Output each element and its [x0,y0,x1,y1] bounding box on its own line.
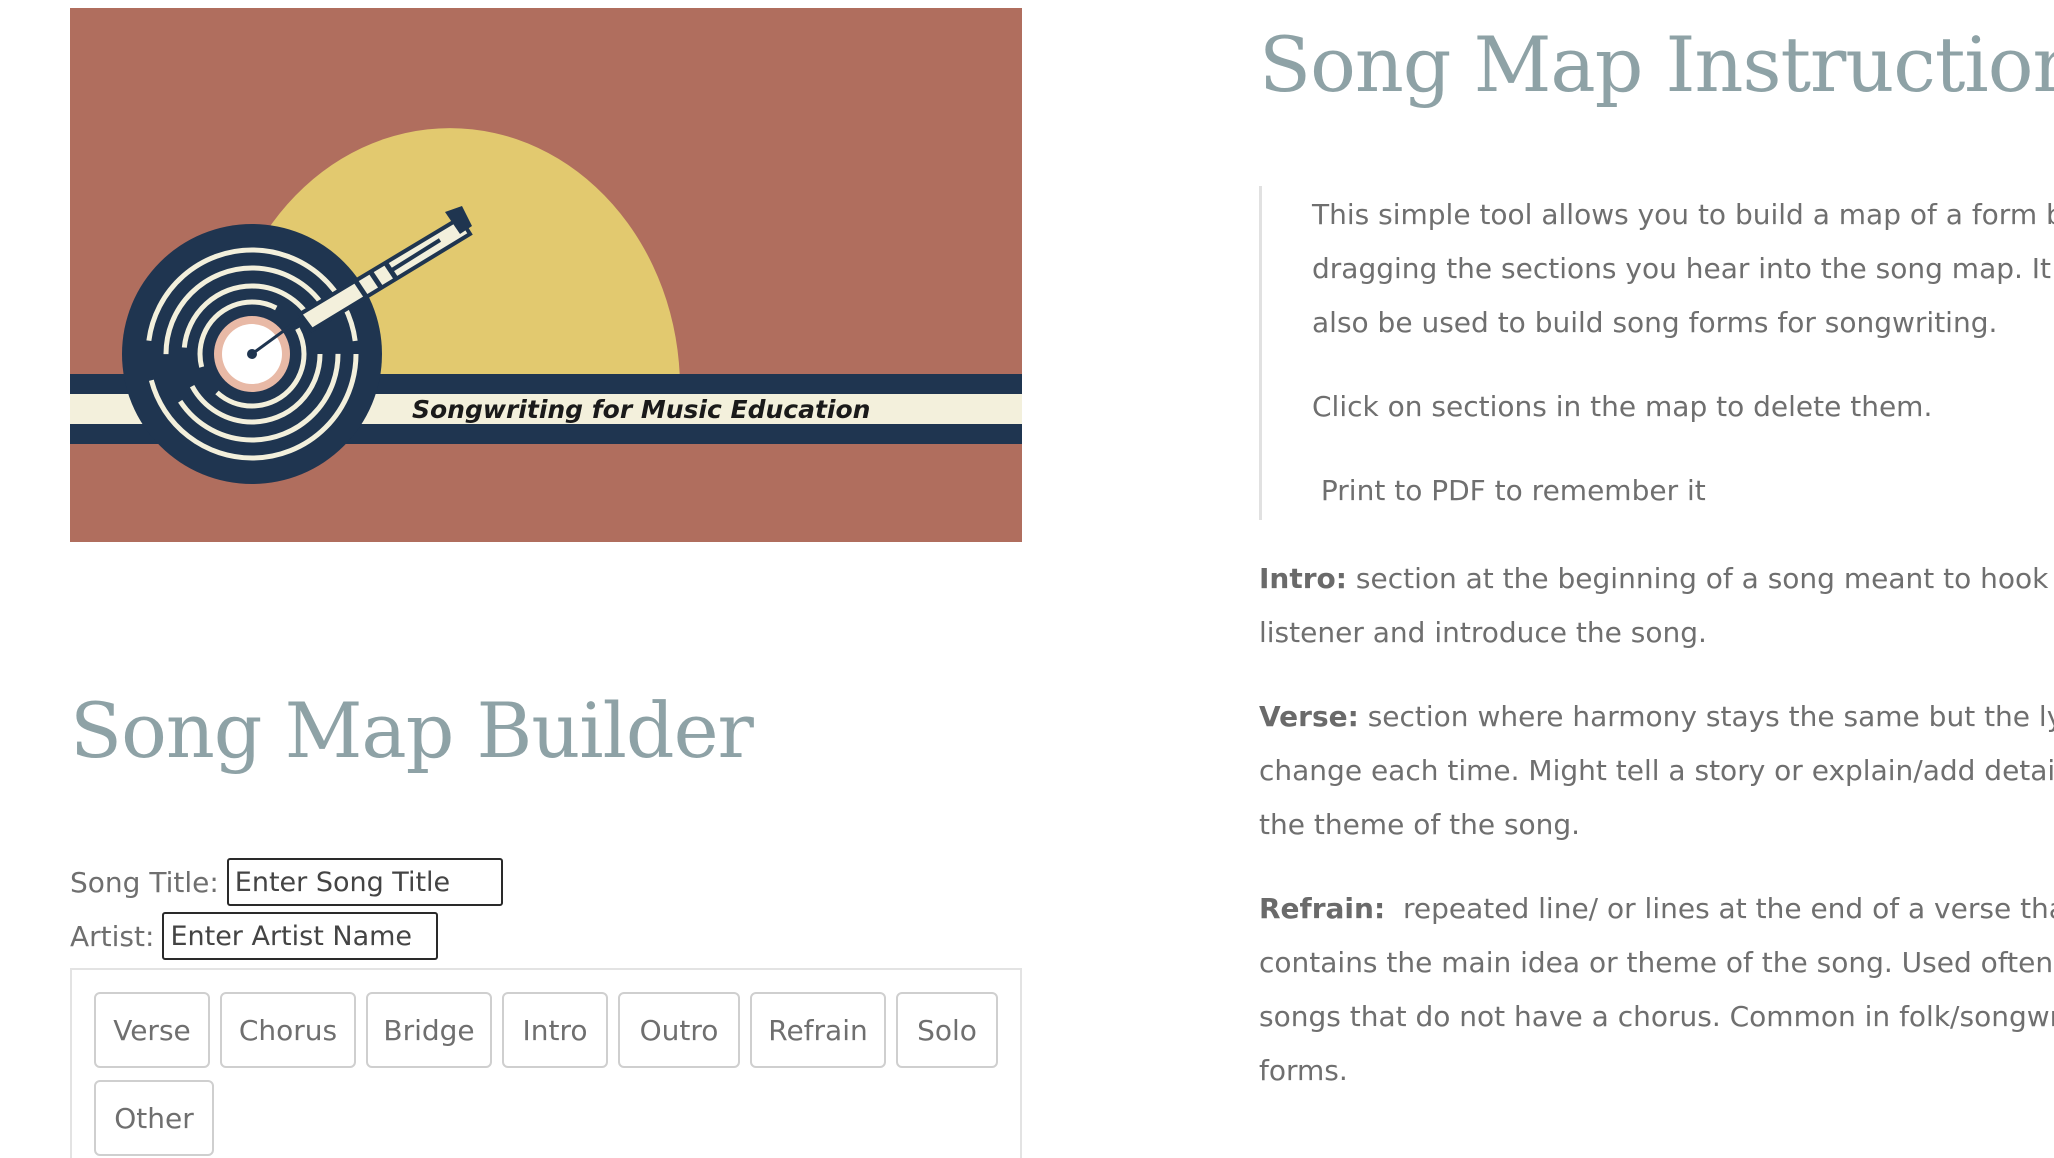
term-intro: Intro: [1259,562,1347,595]
definition-text: contains the main idea or theme of the s… [1259,946,2054,979]
section-refrain-button[interactable]: Refrain [750,992,886,1068]
quote-line: dragging the sections you hear into the … [1312,252,2054,285]
definition-verse: Verse: section where harmony stays the s… [1259,690,2054,744]
definition-text: the theme of the song. [1259,808,1581,841]
definition-intro: Intro: section at the beginning of a son… [1259,552,2054,606]
definition-text: songs that do not have a chorus. Common … [1259,1000,2054,1033]
song-title-input[interactable] [226,858,503,906]
section-other-button[interactable]: Other [94,1080,214,1156]
banner-image: Songwriting for Music Education [70,8,1022,542]
definition-text: section where harmony stays the same but… [1358,700,2054,733]
section-intro-button[interactable]: Intro [502,992,608,1068]
definition-text: section at the beginning of a song meant… [1346,562,2054,595]
section-solo-button[interactable]: Solo [896,992,998,1068]
section-outro-button[interactable]: Outro [618,992,740,1068]
quote-line: This simple tool allows you to build a m… [1312,198,2054,231]
definition-text: listener and introduce the song. [1259,616,1707,649]
section-palette: Verse Chorus Bridge Intro Outro Refrain … [70,968,1022,1158]
term-verse: Verse: [1259,700,1359,733]
quote-line: also be used to build song forms for son… [1312,306,1998,339]
quote-line: Print to PDF to remember it [1312,474,1706,507]
section-chorus-button[interactable]: Chorus [220,992,356,1068]
artist-label: Artist: [70,919,155,953]
section-bridge-button[interactable]: Bridge [366,992,492,1068]
song-title-row: Song Title: [70,858,503,906]
songwriting-logo: Songwriting for Music Education [70,128,1022,484]
section-verse-button[interactable]: Verse [94,992,210,1068]
artist-row: Artist: [70,912,439,960]
builder-title: Song Map Builder [70,686,754,775]
banner-caption: Songwriting for Music Education [412,395,870,424]
definition-text: repeated line/ or lines at the end of a … [1385,892,2054,925]
instructions-quote: This simple tool allows you to build a m… [1259,186,2054,520]
artist-input[interactable] [162,912,439,960]
definition-refrain: Refrain: repeated line/ or lines at the … [1259,882,2054,936]
quote-line: Click on sections in the map to delete t… [1312,390,1933,423]
term-refrain: Refrain: [1259,892,1386,925]
definition-text: forms. [1259,1054,1348,1087]
definition-text: change each time. Might tell a story or … [1259,754,2054,787]
instructions-title: Song Map Instructions: [1259,20,2054,109]
song-title-label: Song Title: [70,865,219,899]
